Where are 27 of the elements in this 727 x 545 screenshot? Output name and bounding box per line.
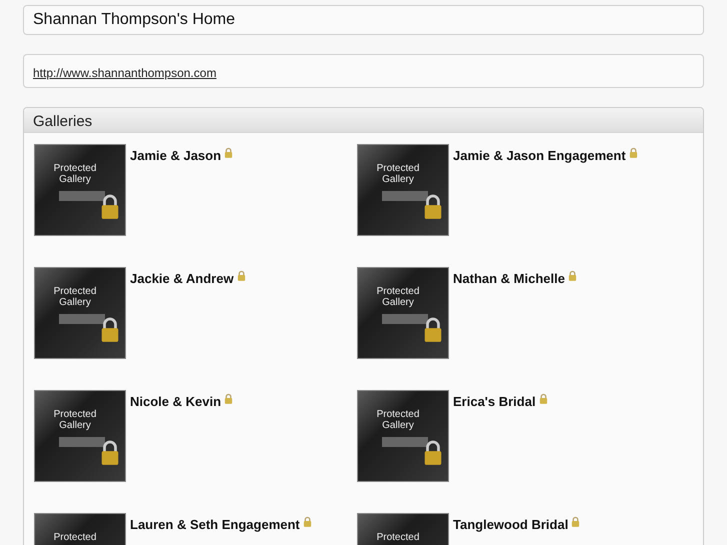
protected-gallery-thumbnail[interactable]: Protected Gallery — [357, 390, 449, 482]
protected-gallery-thumbnail[interactable]: Protected Gallery — [357, 267, 449, 359]
gallery-link[interactable]: Lauren & Seth Engagement — [130, 517, 300, 532]
lock-icon — [224, 147, 234, 158]
gallery-link[interactable]: Nicole & Kevin — [130, 394, 222, 409]
lock-icon — [568, 270, 577, 281]
gallery-link[interactable]: Nathan & Michelle — [453, 271, 565, 286]
gallery-link[interactable]: Jackie & Andrew — [130, 271, 234, 286]
lock-icon — [302, 516, 312, 527]
protected-gallery-thumbnail[interactable]: Protected Gallery — [34, 144, 126, 236]
lock-icon — [538, 393, 548, 404]
gallery-link[interactable]: Jamie & Jason — [130, 148, 222, 163]
protected-gallery-thumbnail[interactable]: Protected Gallery — [34, 390, 126, 482]
protected-gallery-thumbnail[interactable]: Protected Gallery — [357, 144, 449, 236]
protected-gallery-thumbnail[interactable]: Protected — [34, 513, 126, 545]
gallery-link[interactable]: Erica's Bridal — [453, 394, 536, 409]
protected-gallery-thumbnail[interactable]: Protected Gallery — [34, 267, 126, 359]
lock-icon — [224, 393, 234, 404]
gallery-link[interactable]: Jamie & Jason Engagement — [453, 148, 626, 163]
page-title: Shannan Thompson's Home — [33, 11, 235, 28]
protected-gallery-thumbnail[interactable]: Protected — [357, 513, 449, 545]
gallery-link[interactable]: Tanglewood Bridal — [453, 517, 568, 532]
website-link[interactable]: http://www.shannanthompson.com — [33, 66, 216, 80]
lock-icon — [571, 516, 580, 527]
panel-heading: Galleries — [33, 113, 92, 130]
lock-icon — [236, 270, 246, 281]
lock-icon — [628, 147, 638, 158]
